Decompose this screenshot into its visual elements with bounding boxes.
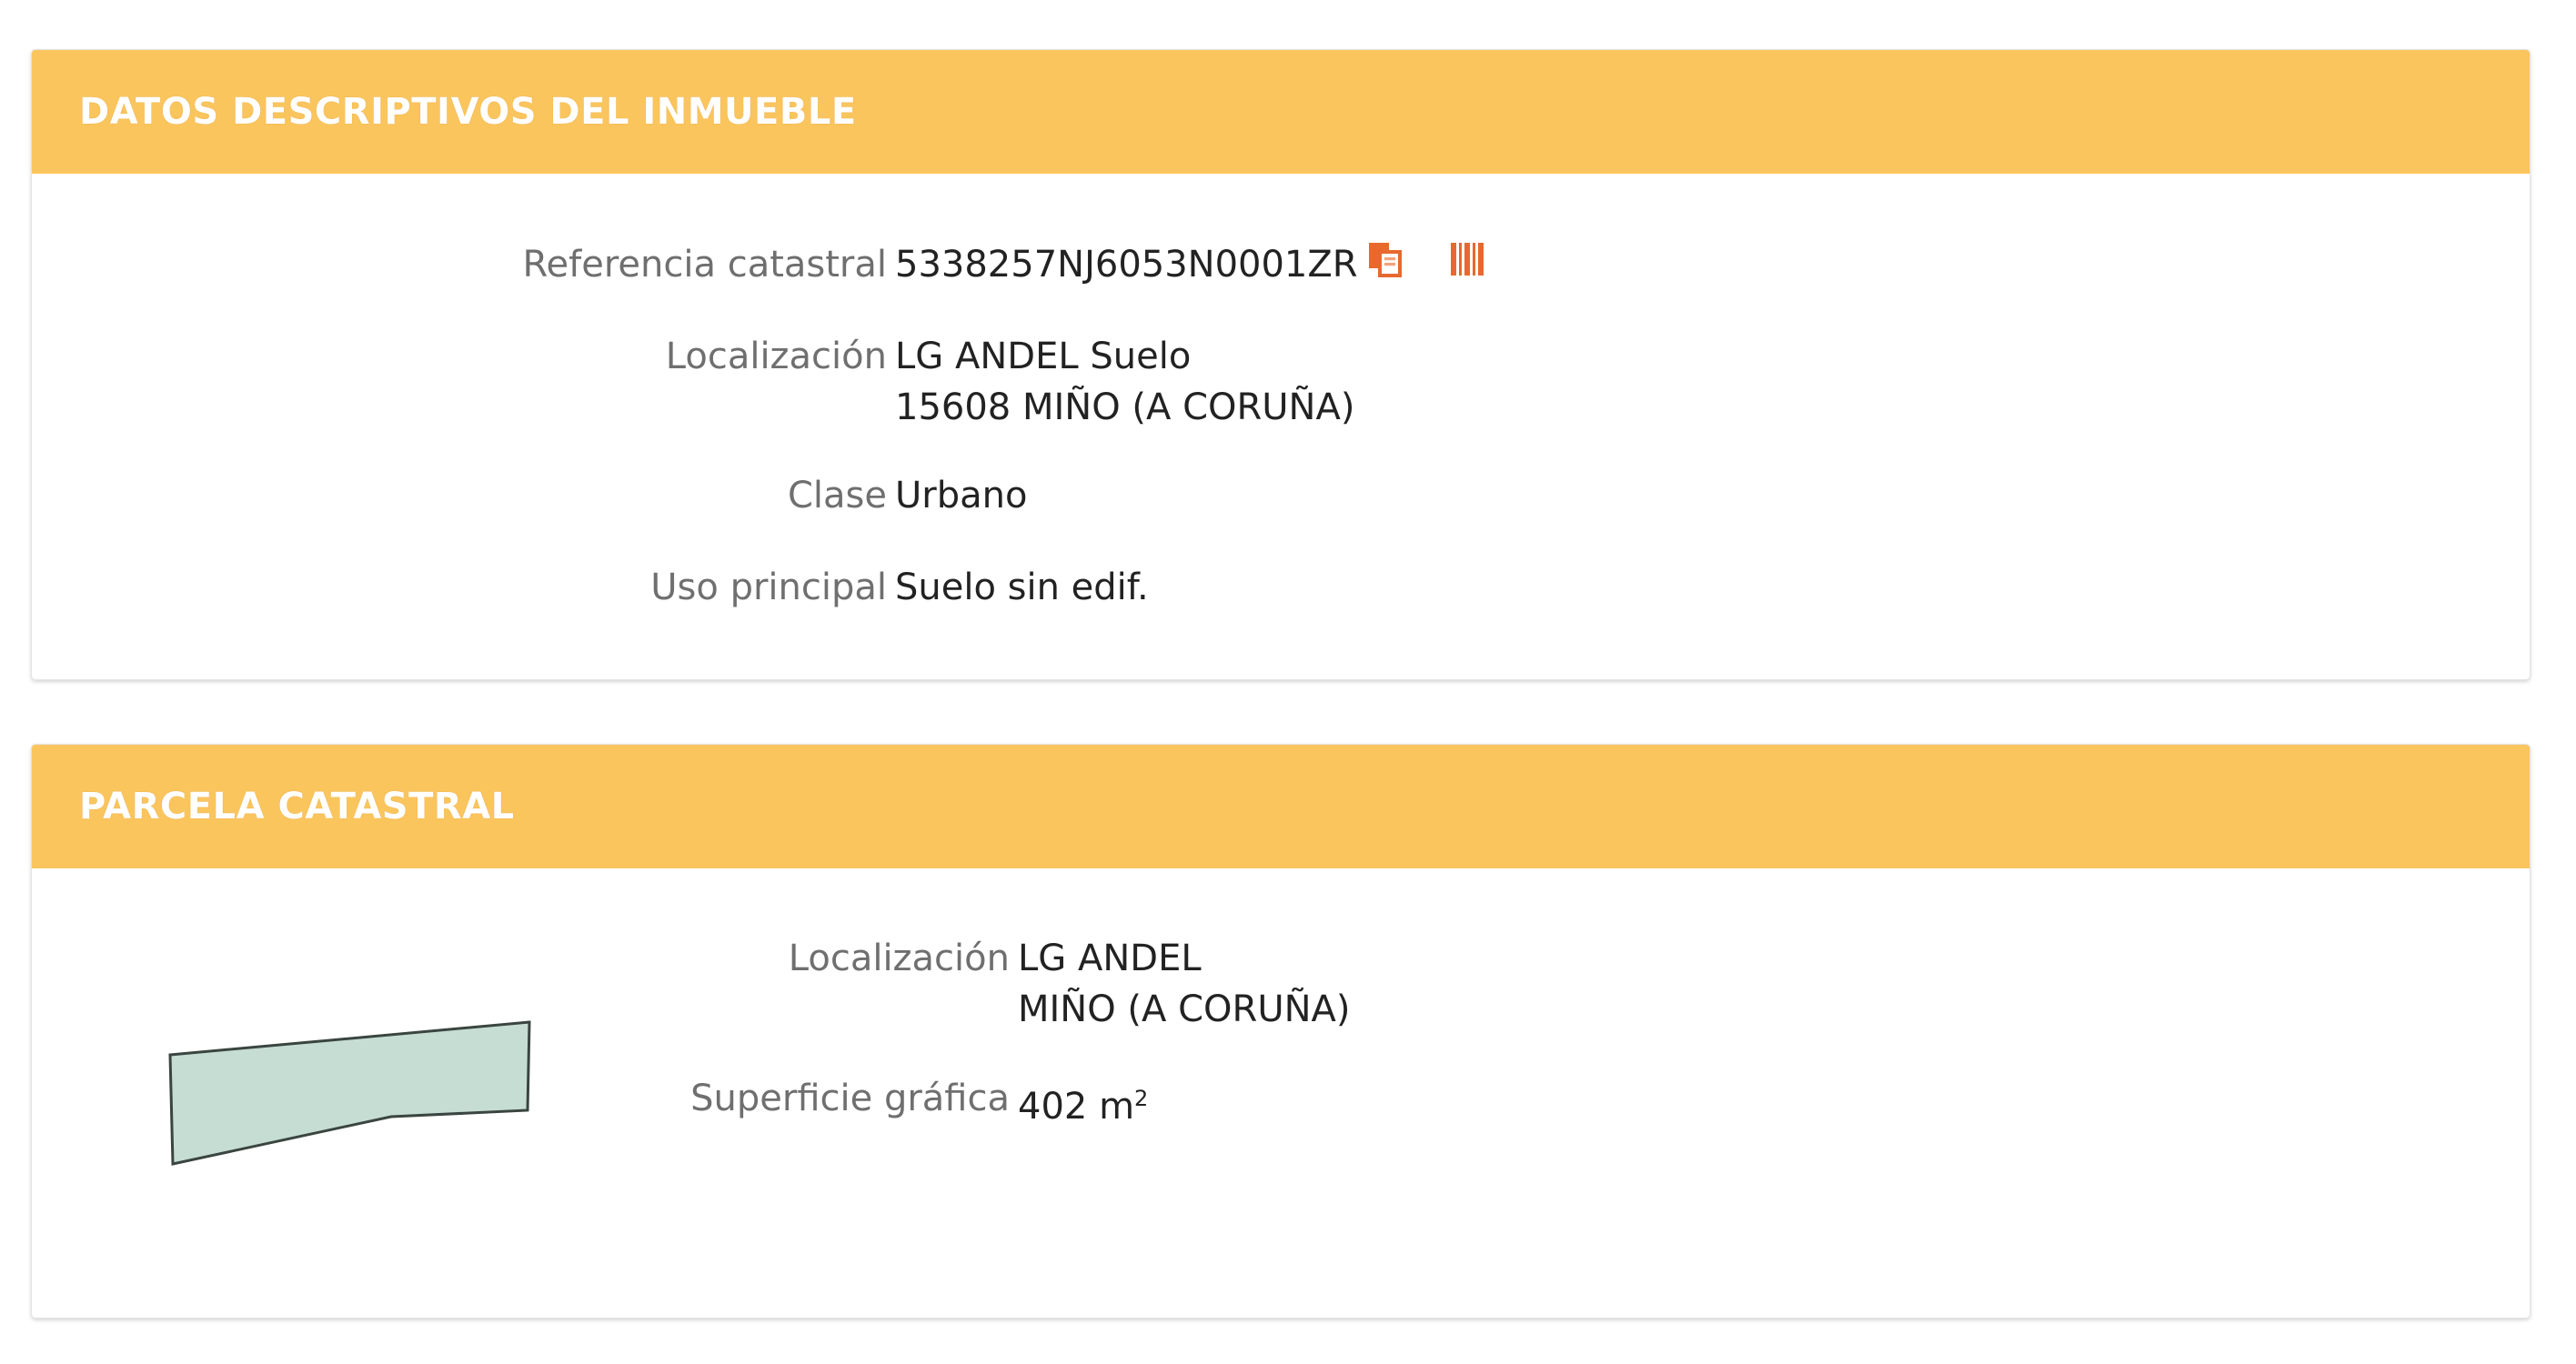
parcela-localizacion-line2: MIÑO (A CORUÑA) xyxy=(1018,988,1351,1030)
localizacion-line1: LG ANDEL Suelo xyxy=(895,336,1192,377)
parcela-localizacion-label: Localización xyxy=(788,938,1010,979)
referencia-catastral-label: Referencia catastral xyxy=(522,244,887,286)
inmueble-panel-title: DATOS DESCRIPTIVOS DEL INMUEBLE xyxy=(79,91,857,133)
parcel-polygon[interactable] xyxy=(168,1020,531,1166)
inmueble-panel-header: DATOS DESCRIPTIVOS DEL INMUEBLE xyxy=(32,50,2530,174)
superficie-grafica-value: 402 m2 xyxy=(1018,1072,1148,1133)
uso-principal-label: Uso principal xyxy=(650,567,887,608)
referencia-catastral-text[interactable]: 5338257NJ6053N0001ZR xyxy=(895,244,1358,286)
superficie-grafica-number: 402 m xyxy=(1018,1086,1135,1128)
clase-label: Clase xyxy=(787,475,887,517)
localizacion-label: Localización xyxy=(665,336,887,377)
copy-icon[interactable] xyxy=(1365,239,1405,294)
referencia-catastral-value: 5338257NJ6053N0001ZR xyxy=(895,238,1487,294)
inmueble-panel: DATOS DESCRIPTIVOS DEL INMUEBLE xyxy=(31,49,2531,680)
superficie-unit-exponent: 2 xyxy=(1134,1086,1149,1111)
superficie-grafica-label: Superficie gráfica xyxy=(690,1078,1010,1119)
barcode-icon[interactable] xyxy=(1447,239,1487,294)
uso-principal-value: Suelo sin edif. xyxy=(895,567,1149,608)
parcela-localizacion-line1: LG ANDEL xyxy=(1018,938,1202,979)
page: DATOS DESCRIPTIVOS DEL INMUEBLE Referenc… xyxy=(0,0,2576,1364)
localizacion-line2: 15608 MIÑO (A CORUÑA) xyxy=(895,386,1355,428)
parcela-panel-header: PARCELA CATASTRAL xyxy=(32,745,2530,868)
clase-value: Urbano xyxy=(895,475,1028,517)
parcela-panel-title: PARCELA CATASTRAL xyxy=(79,786,515,827)
parcel-shape[interactable] xyxy=(136,978,555,1182)
